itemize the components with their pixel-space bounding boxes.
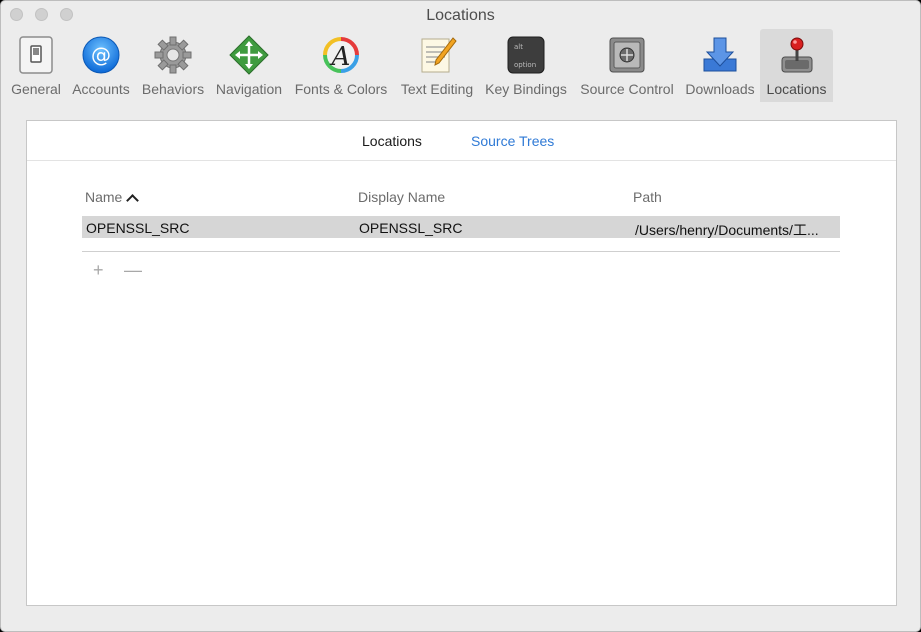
notepad-pencil-icon — [421, 37, 457, 73]
toolbar-item-general[interactable]: General — [5, 29, 67, 102]
segmented-tabs: Locations Source Trees — [27, 121, 896, 161]
toolbar-item-text-editing[interactable]: Text Editing — [396, 29, 478, 102]
toolbar-item-navigation[interactable]: Navigation — [212, 29, 286, 102]
locations-panel: Locations Source Trees Name Display Name… — [26, 120, 897, 606]
toolbar-label-fonts-colors: Fonts & Colors — [294, 81, 388, 97]
svg-text:alt: alt — [514, 43, 523, 51]
toolbar-label-navigation: Navigation — [215, 81, 283, 97]
toolbar-label-source-control: Source Control — [580, 81, 674, 97]
toolbar-item-key-bindings[interactable]: alt option Key Bindings — [482, 29, 570, 102]
keyboard-keys-icon: alt option — [507, 36, 545, 74]
navigation-arrows-icon — [229, 35, 269, 75]
safe-icon — [609, 37, 645, 73]
table-row[interactable]: OPENSSL_SRC OPENSSL_SRC /Users/henry/Doc… — [82, 216, 840, 238]
toolbar-label-general: General — [11, 81, 61, 97]
gear-icon — [154, 36, 192, 74]
joystick-icon — [781, 37, 812, 73]
toolbar-label-behaviors: Behaviors — [141, 81, 205, 97]
toolbar-label-key-bindings: Key Bindings — [485, 81, 567, 97]
cell-name: OPENSSL_SRC — [86, 220, 190, 236]
font-colors-icon: A — [323, 37, 359, 73]
window-title: Locations — [426, 7, 495, 24]
column-header-name-label: Name — [85, 189, 123, 205]
toolbar-item-behaviors[interactable]: Behaviors — [138, 29, 208, 102]
toolbar-item-accounts[interactable]: @ Accounts — [68, 29, 134, 102]
tab-locations[interactable]: Locations — [362, 133, 422, 149]
toolbar-label-accounts: Accounts — [72, 81, 130, 97]
remove-location-button[interactable]: — — [124, 260, 142, 281]
at-sign-icon: @ — [82, 36, 120, 74]
toolbar-label-text-editing: Text Editing — [400, 81, 474, 97]
column-header-name[interactable]: Name — [85, 189, 140, 207]
svg-text:option: option — [514, 61, 536, 69]
toolbar-label-locations: Locations — [766, 81, 827, 97]
toolbar-label-downloads: Downloads — [685, 81, 755, 97]
cell-display-name: OPENSSL_SRC — [359, 220, 463, 236]
toolbar-item-fonts-colors[interactable]: A Fonts & Colors — [291, 29, 391, 102]
toolbar-item-downloads[interactable]: Downloads — [682, 29, 758, 102]
svg-text:A: A — [330, 42, 351, 72]
svg-text:@: @ — [91, 43, 111, 67]
title-bar: Locations — [1, 1, 920, 31]
preferences-toolbar: General @ Accounts Behaviors Navigation … — [1, 29, 920, 104]
preferences-window: Locations General @ Accounts Behaviors N… — [0, 0, 921, 632]
cell-path: /Users/henry/Documents/工... — [635, 222, 819, 238]
column-header-display-name[interactable]: Display Name — [358, 189, 445, 205]
toolbar-item-locations[interactable]: Locations — [760, 29, 833, 102]
switch-icon — [19, 36, 53, 74]
tab-source-trees[interactable]: Source Trees — [471, 133, 554, 149]
toolbar-item-source-control[interactable]: Source Control — [575, 29, 679, 102]
table-bottom-divider — [82, 251, 840, 252]
add-location-button[interactable]: + — [93, 260, 104, 281]
download-arrow-icon — [703, 37, 737, 72]
column-header-path[interactable]: Path — [633, 189, 662, 205]
sort-ascending-icon — [126, 194, 140, 207]
